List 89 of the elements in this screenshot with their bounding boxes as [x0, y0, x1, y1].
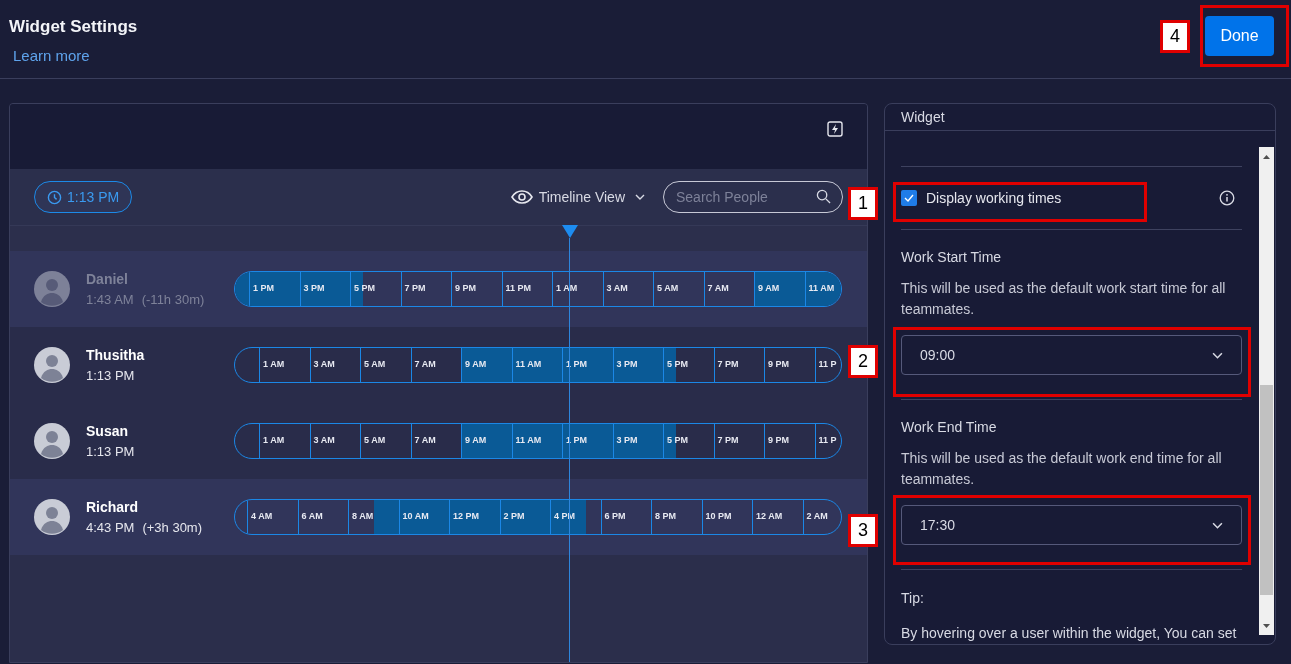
hour-label: 5 PM [666, 358, 688, 372]
local-time: 1:43 AM [86, 290, 134, 309]
tip-text: By hovering over a user within the widget, You can set [901, 624, 1238, 643]
time-select[interactable]: 17:30 [901, 505, 1242, 545]
search-icon [816, 189, 831, 204]
annotation-number: 2 [848, 345, 878, 378]
hour-label: 3 PM [615, 434, 638, 448]
hour-label: 2 AM [805, 510, 828, 524]
avatar-placeholder [34, 499, 70, 535]
hour-label: 8 PM [654, 510, 676, 524]
hour-label: 10 AM [401, 510, 429, 524]
hour-label: 6 AM [300, 510, 323, 524]
person-name: Thusitha [86, 345, 145, 365]
hour-label: 11 PM [504, 282, 531, 296]
local-time: 4:43 PM [86, 518, 135, 537]
annotation-number: 3 [848, 514, 878, 547]
section-description: This will be used as the default work start time for all teammates. [901, 279, 1227, 319]
check-icon [904, 194, 914, 202]
chevron-down-icon [635, 194, 645, 200]
hour-label: 12 PM [452, 510, 479, 524]
time-offset: (-11h 30m) [141, 290, 205, 309]
hour-label: 7 PM [716, 358, 739, 372]
hour-label: 10 PM [704, 510, 732, 524]
hour-label: 1 AM [262, 358, 285, 372]
hour-label: 9 PM [767, 434, 789, 448]
hour-label: 5 AM [363, 358, 386, 372]
hour-label: 11 AM [514, 358, 542, 372]
hour-label: 9 AM [464, 434, 487, 448]
hour-label: 1 PM [252, 282, 274, 296]
hour-label: 5 PM [666, 434, 688, 448]
hour-label: 7 AM [413, 358, 436, 372]
time-select[interactable]: 09:00 [901, 335, 1242, 375]
hour-label: 11 AM [807, 282, 835, 296]
avatar-placeholder [34, 347, 70, 383]
hour-label: 8 AM [351, 510, 374, 524]
hour-label: 3 PM [302, 282, 325, 296]
avatar-placeholder [34, 423, 70, 459]
page-title: Widget Settings [9, 16, 138, 38]
tip-title: Tip: [901, 589, 925, 608]
hour-label: 3 AM [312, 358, 335, 372]
hour-label: 11 P [817, 434, 837, 448]
info-icon[interactable] [1219, 190, 1235, 206]
hour-label: 1 AM [262, 434, 285, 448]
eye-icon [510, 190, 533, 204]
checkbox[interactable] [901, 190, 917, 206]
checkbox-label: Display working times [926, 188, 1062, 208]
hour-label: 9 AM [464, 358, 487, 372]
person-name: Susan [86, 421, 129, 441]
hour-label: 11 AM [514, 434, 542, 448]
section-title: Work End Time [901, 418, 998, 437]
person-name: Richard [86, 497, 140, 517]
hour-label: 3 AM [312, 434, 335, 448]
hour-label: 5 AM [363, 434, 386, 448]
time-offset: (+3h 30m) [142, 518, 203, 537]
current-time-button[interactable]: 1:13 PM [34, 181, 133, 213]
search-field[interactable]: Search People [663, 181, 843, 213]
hour-label: 3 AM [605, 282, 628, 296]
section-title: Work Start Time [901, 248, 1003, 267]
person-name: Daniel [86, 269, 129, 289]
hour-label: 11 P [817, 358, 837, 372]
hour-label: 4 AM [250, 510, 273, 524]
hour-label: 12 AM [755, 510, 783, 524]
section-description: This will be used as the default work end time for all teammates. [901, 449, 1223, 489]
hour-label: 7 PM [716, 434, 739, 448]
annotation-number: 1 [848, 187, 878, 220]
chevron-down-icon [1212, 351, 1223, 359]
annotation-number: 4 [1160, 20, 1190, 53]
hour-label: 7 PM [403, 282, 426, 296]
scrollbar[interactable] [1259, 147, 1274, 635]
hour-label: 7 AM [413, 434, 436, 448]
hour-label: 9 AM [757, 282, 780, 296]
hour-label: 2 PM [502, 510, 525, 524]
hour-label: 5 AM [656, 282, 679, 296]
hour-label: 9 PM [767, 358, 789, 372]
view-dropdown[interactable]: Timeline View [510, 186, 645, 208]
hour-label: 6 PM [603, 510, 626, 524]
learn-more-link[interactable]: Learn more [13, 44, 138, 67]
hour-label: 5 PM [353, 282, 375, 296]
bolt-icon[interactable] [827, 121, 843, 137]
hour-label: 7 AM [706, 282, 729, 296]
hour-label: 3 PM [615, 358, 638, 372]
clock-icon [47, 189, 62, 205]
panel-title: Widget [901, 107, 945, 127]
local-time: 1:13 PM [86, 442, 135, 461]
avatar-placeholder [34, 271, 70, 307]
done-button[interactable]: Done [1205, 16, 1274, 56]
local-time: 1:13 PM [86, 366, 135, 385]
hour-label: 9 PM [454, 282, 476, 296]
chevron-down-icon [1212, 521, 1223, 529]
